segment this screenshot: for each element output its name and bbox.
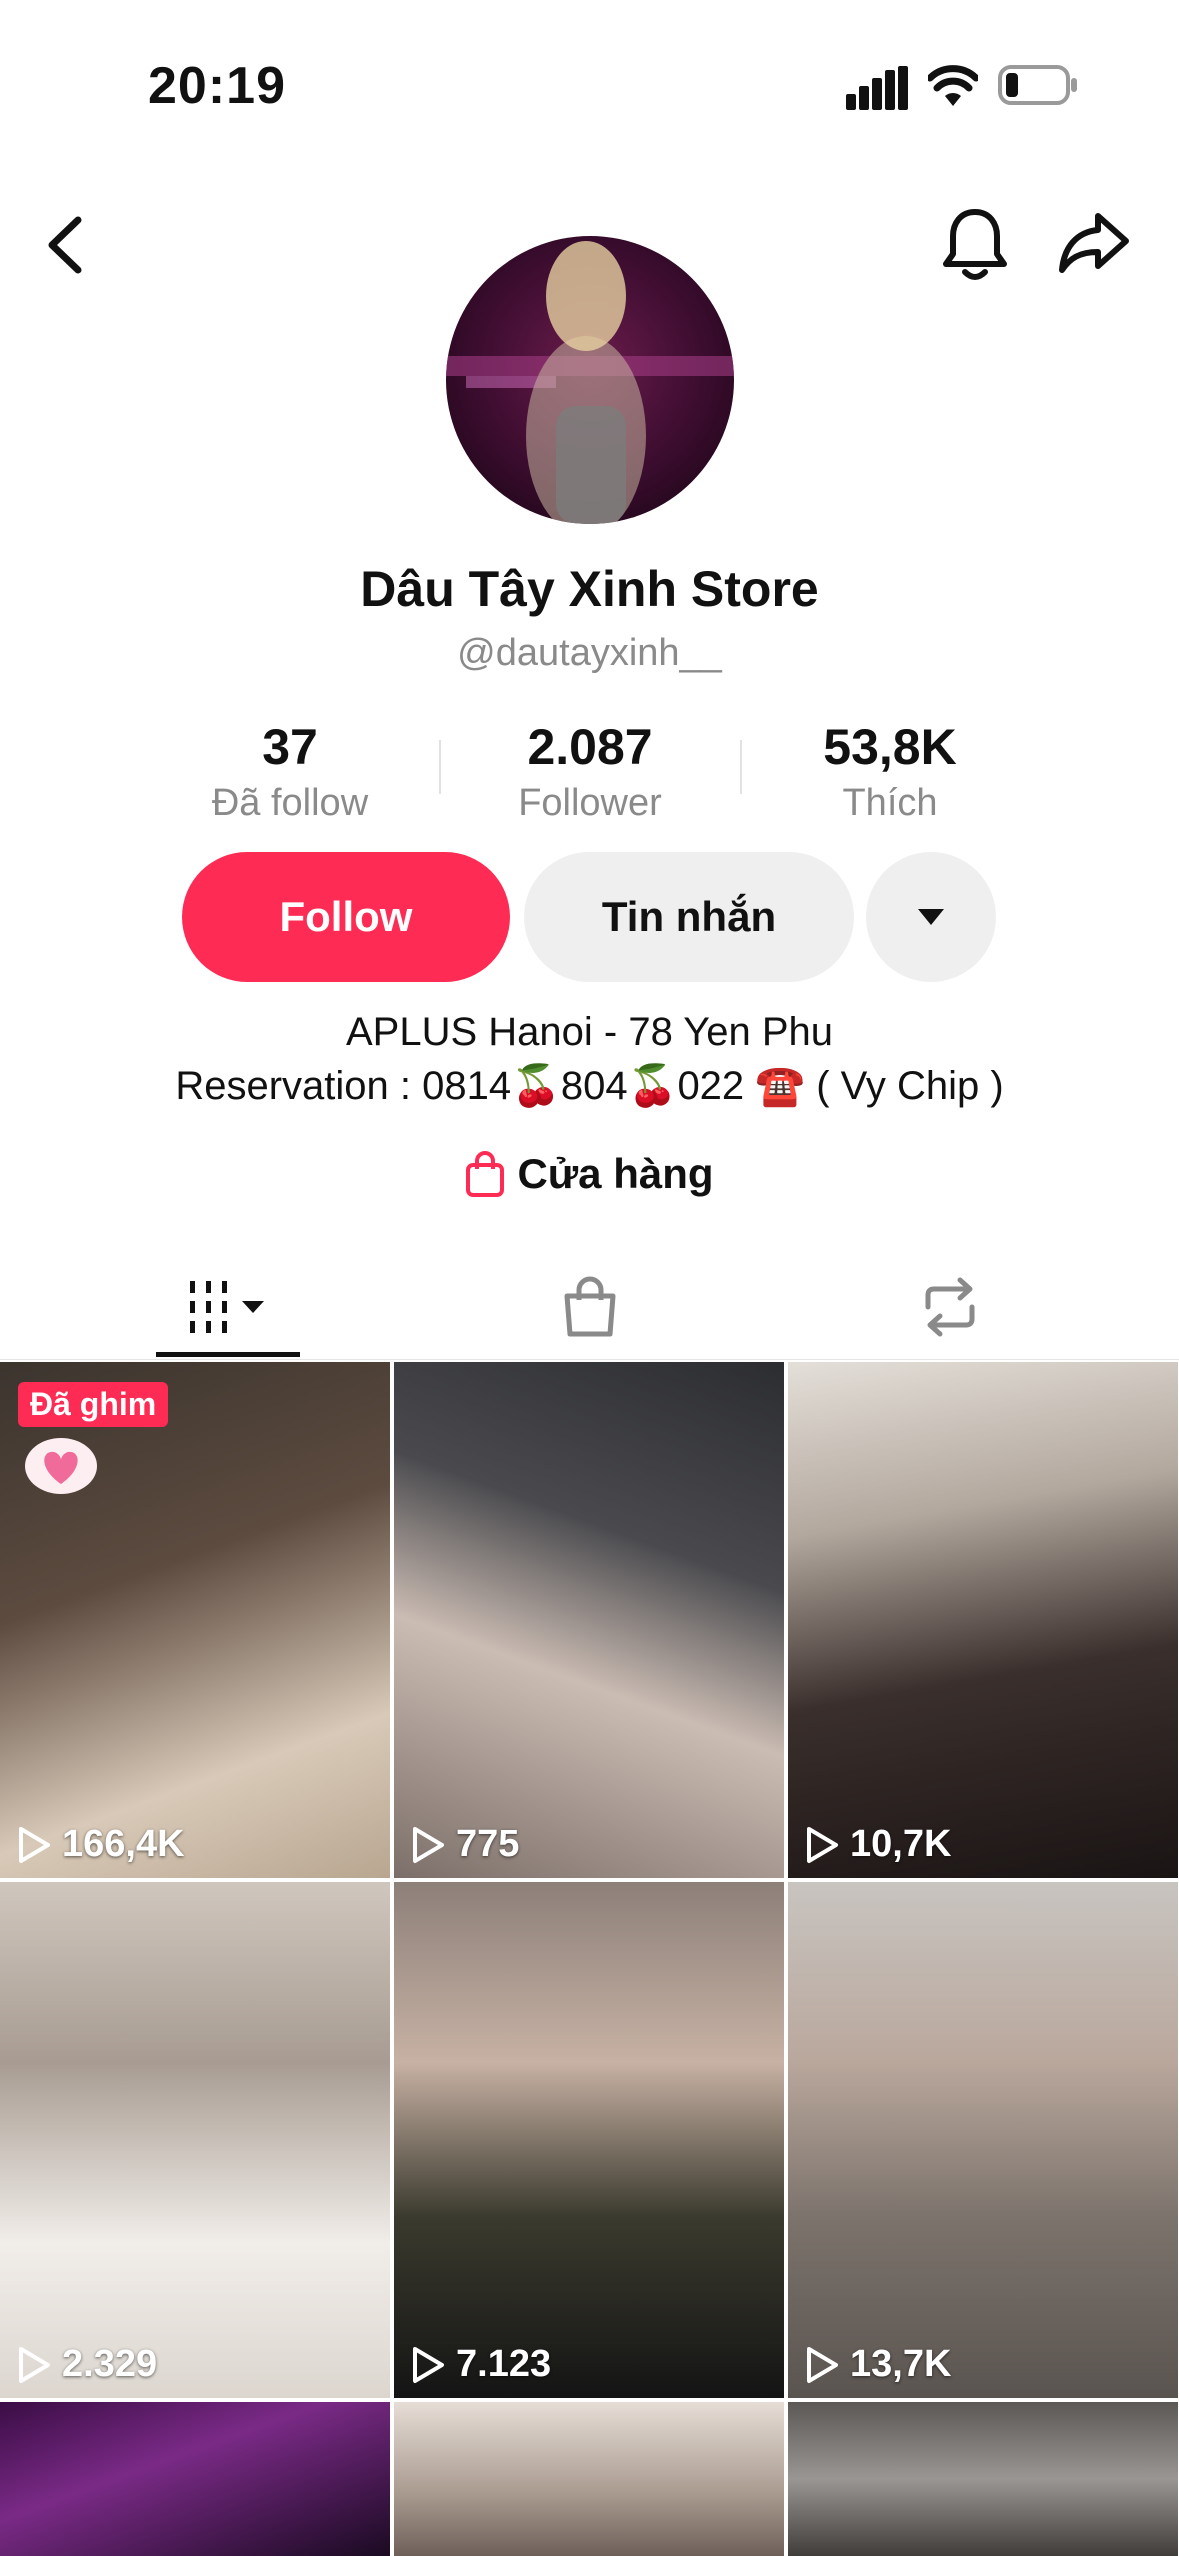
play-icon (413, 2346, 444, 2383)
stat-likes[interactable]: 53,8K Thích (740, 718, 1040, 825)
video-thumbnail[interactable]: 775 (394, 1362, 784, 1878)
play-icon (19, 1826, 50, 1863)
video-views: 775 (410, 1823, 519, 1866)
stat-following-label: Đã follow (211, 782, 369, 824)
video-views-count: 775 (456, 1823, 520, 1865)
avatar[interactable] (446, 236, 734, 524)
back-icon[interactable] (38, 210, 94, 280)
follow-button[interactable]: Follow (182, 852, 510, 982)
repost-icon (925, 1277, 975, 1337)
profile-handle: @dautayxinh__ (457, 632, 722, 674)
message-button[interactable]: Tin nhắn (524, 852, 854, 982)
bell-icon[interactable] (938, 204, 1012, 284)
video-views: 7.123 (410, 2343, 551, 2386)
more-options-button[interactable] (866, 852, 996, 982)
cellular-signal-icon (846, 66, 908, 110)
grid-icon (190, 1281, 264, 1333)
tab-videos[interactable] (156, 1262, 300, 1352)
heart-sticker-icon (25, 1438, 97, 1494)
video-thumbnail[interactable] (788, 2402, 1178, 2556)
battery-icon (998, 65, 1077, 105)
video-views: 166,4K (16, 1823, 185, 1866)
video-thumbnail[interactable]: 2.329 (0, 1882, 390, 2398)
video-views: 2.329 (16, 2343, 157, 2386)
video-views-count: 2.329 (62, 2343, 158, 2385)
status-time: 20:19 (148, 57, 286, 115)
video-thumbnail[interactable]: 7.123 (394, 1882, 784, 2398)
play-icon (807, 1826, 838, 1863)
stat-followers-value: 2.087 (527, 719, 653, 775)
pinned-badge: Đã ghim (18, 1382, 169, 1427)
play-icon (19, 2346, 50, 2383)
video-views: 13,7K (804, 2343, 951, 2386)
video-views-count: 13,7K (850, 2343, 952, 2385)
profile-name: Dâu Tây Xinh Store (360, 561, 819, 617)
active-tab-indicator (156, 1352, 300, 1357)
stat-following[interactable]: 37 Đã follow (140, 718, 440, 825)
video-views-count: 166,4K (62, 1823, 185, 1865)
tabs-divider (0, 1359, 1179, 1360)
shopping-bag-icon (466, 1151, 505, 1197)
tab-reposts[interactable] (880, 1262, 1020, 1352)
wifi-icon (928, 65, 978, 106)
play-icon (413, 1826, 444, 1863)
bag-icon (564, 1276, 616, 1337)
stat-following-value: 37 (262, 719, 318, 775)
stat-likes-value: 53,8K (823, 719, 957, 775)
video-views-count: 10,7K (850, 1823, 952, 1865)
share-icon[interactable] (1056, 208, 1132, 278)
video-thumbnail[interactable]: 10,7K (788, 1362, 1178, 1878)
tab-shop[interactable] (520, 1262, 660, 1352)
stat-followers[interactable]: 2.087 Follower (440, 718, 740, 825)
shop-link[interactable]: Cửa hàng (0, 1150, 1179, 1198)
video-thumbnail[interactable]: Đã ghim 166,4K (0, 1362, 390, 1878)
play-icon (807, 2346, 838, 2383)
video-thumbnail[interactable] (0, 2402, 390, 2556)
stat-followers-label: Follower (518, 782, 662, 824)
stat-likes-label: Thích (842, 782, 938, 824)
shop-label: Cửa hàng (517, 1150, 714, 1197)
caret-down-icon (918, 909, 944, 925)
bio-line-1: APLUS Hanoi - 78 Yen Phu (345, 1010, 833, 1054)
video-thumbnail[interactable] (394, 2402, 784, 2556)
video-views: 10,7K (804, 1823, 951, 1866)
video-thumbnail[interactable]: 13,7K (788, 1882, 1178, 2398)
bio-line-2: Reservation : 0814🍒804🍒022 ☎️ ( Vy Chip … (175, 1064, 1004, 1108)
video-views-count: 7.123 (456, 2343, 552, 2385)
